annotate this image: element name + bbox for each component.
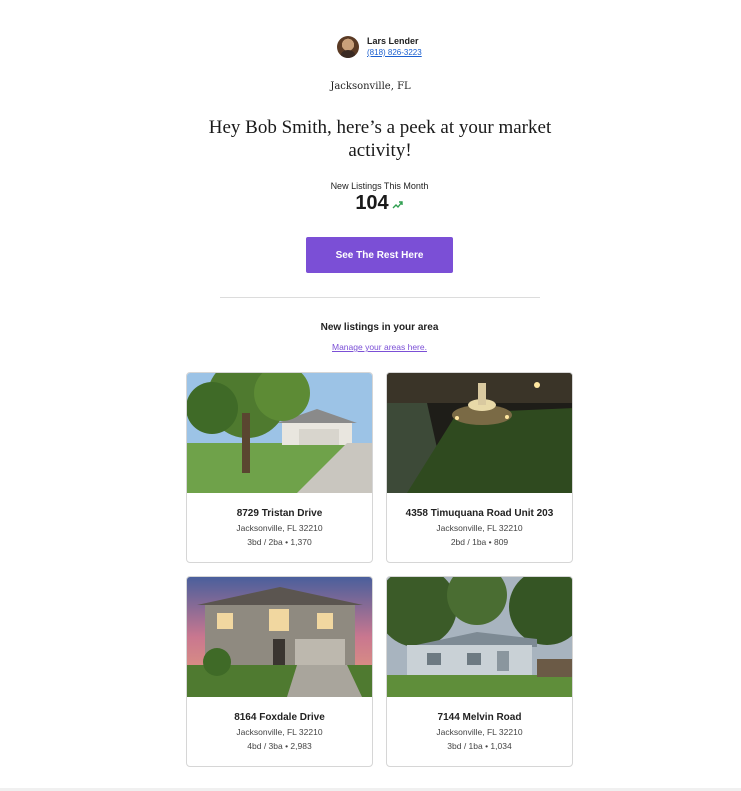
listing-info: 8729 Tristan Drive Jacksonville, FL 3221… <box>187 493 372 549</box>
listing-city: Jacksonville, FL 32210 <box>436 727 523 737</box>
stat-label: New Listings This Month <box>330 181 429 191</box>
sender-phone-link[interactable]: (818) 826-3223 <box>367 47 422 58</box>
see-the-rest-button[interactable]: See The Rest Here <box>306 237 453 273</box>
section-title: New listings in your area <box>320 322 439 333</box>
listing-card[interactable]: 7144 Melvin Road Jacksonville, FL 32210 … <box>386 576 573 767</box>
listing-specs: 3bd / 1ba • 1,034 <box>447 741 512 751</box>
sender-header: Lars Lender (818) 826-3223 <box>337 36 422 58</box>
listing-city: Jacksonville, FL 32210 <box>436 523 523 533</box>
listing-photo[interactable] <box>187 577 372 697</box>
location-label: Jacksonville, FL <box>330 81 411 92</box>
stat-value: 104 <box>355 192 389 214</box>
listing-info: 7144 Melvin Road Jacksonville, FL 32210 … <box>387 697 572 753</box>
listing-address: 8164 Foxdale Drive <box>234 712 325 723</box>
listing-card[interactable]: 8729 Tristan Drive Jacksonville, FL 3221… <box>186 372 373 563</box>
listing-city: Jacksonville, FL 32210 <box>236 523 323 533</box>
listing-address: 7144 Melvin Road <box>437 712 522 723</box>
listing-photo[interactable] <box>187 373 372 493</box>
listing-card[interactable]: 8164 Foxdale Drive Jacksonville, FL 3221… <box>186 576 373 767</box>
listing-info: 4358 Timuquana Road Unit 203 Jacksonvill… <box>387 493 572 549</box>
listing-photo[interactable] <box>387 373 572 493</box>
listing-address: 8729 Tristan Drive <box>236 508 323 519</box>
listing-specs: 4bd / 3ba • 2,983 <box>247 741 312 751</box>
divider <box>220 297 540 298</box>
listing-card[interactable]: 4358 Timuquana Road Unit 203 Jacksonvill… <box>386 372 573 563</box>
avatar <box>337 36 359 58</box>
listing-address: 4358 Timuquana Road Unit 203 <box>405 508 554 519</box>
listing-photo[interactable] <box>387 577 572 697</box>
listing-specs: 3bd / 2ba • 1,370 <box>247 537 312 547</box>
stat-row: 104 <box>0 192 741 215</box>
sender-details: Lars Lender (818) 826-3223 <box>367 36 422 58</box>
listing-city: Jacksonville, FL 32210 <box>236 727 323 737</box>
listing-specs: 2bd / 1ba • 809 <box>450 537 509 547</box>
sender-name: Lars Lender <box>367 36 419 46</box>
headline: Hey Bob Smith, here’s a peek at your mar… <box>208 117 552 161</box>
manage-areas-link[interactable]: Manage your areas here. <box>0 342 741 352</box>
trending-up-icon <box>392 201 403 209</box>
listing-info: 8164 Foxdale Drive Jacksonville, FL 3221… <box>187 697 372 753</box>
